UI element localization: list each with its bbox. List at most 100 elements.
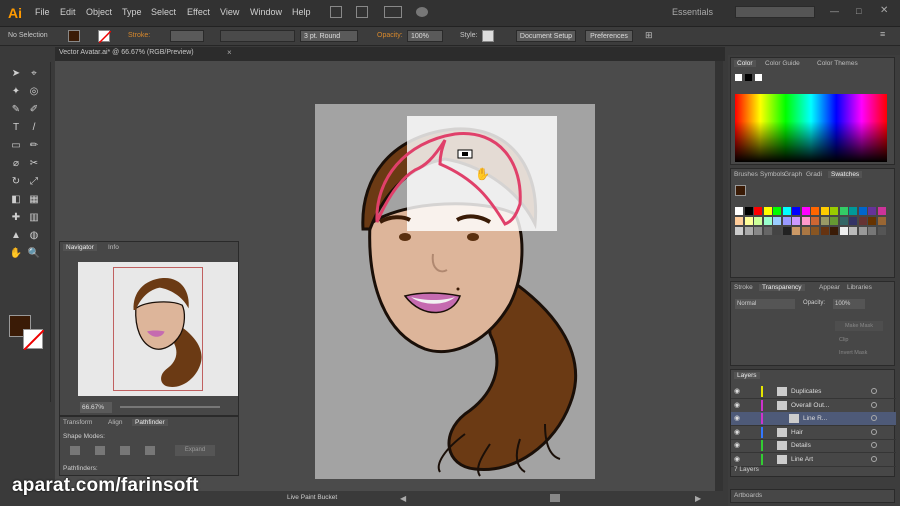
swatch[interactable] bbox=[763, 227, 772, 235]
swatch[interactable] bbox=[792, 207, 800, 215]
mesh-tool-icon[interactable]: ✚ bbox=[9, 212, 23, 224]
scroll-left-icon[interactable]: ◀ bbox=[400, 494, 406, 503]
blend-tool-icon[interactable]: ◍ bbox=[27, 230, 41, 242]
intersect-button[interactable] bbox=[120, 446, 130, 455]
swatch[interactable] bbox=[811, 207, 819, 215]
shaper-tool-icon[interactable]: ⌀ bbox=[9, 158, 23, 170]
stock-icon[interactable] bbox=[356, 6, 368, 18]
swatch[interactable] bbox=[839, 227, 848, 235]
tab-info[interactable]: Info bbox=[108, 244, 119, 251]
stroke-weight-field[interactable] bbox=[170, 30, 204, 42]
swatch[interactable] bbox=[849, 217, 857, 225]
tab-swatches[interactable]: Swatches bbox=[828, 171, 863, 178]
exclude-button[interactable] bbox=[145, 446, 155, 455]
tab-color[interactable]: Color bbox=[734, 60, 756, 67]
menu-edit[interactable]: Edit bbox=[60, 7, 76, 17]
tab-layers[interactable]: Layers bbox=[734, 372, 760, 379]
opacity-label[interactable]: Opacity: bbox=[377, 32, 403, 39]
swatch[interactable] bbox=[754, 227, 762, 235]
swatch[interactable] bbox=[792, 217, 800, 225]
layer-target-icon[interactable] bbox=[871, 401, 877, 408]
graphic-style-swatch[interactable] bbox=[482, 30, 494, 42]
swatch[interactable] bbox=[830, 207, 838, 215]
tab-gradient[interactable]: Gradi bbox=[806, 171, 822, 178]
make-mask-button[interactable]: Make Mask bbox=[835, 321, 883, 331]
layer-row[interactable]: ◉ Overall Out... bbox=[731, 399, 896, 413]
swatch[interactable] bbox=[801, 207, 810, 215]
layer-target-icon[interactable] bbox=[871, 455, 877, 462]
swatch[interactable] bbox=[782, 217, 791, 225]
color-spectrum[interactable] bbox=[735, 94, 887, 162]
menu-object[interactable]: Object bbox=[86, 7, 112, 17]
hand-tool-icon[interactable]: ✋ bbox=[9, 248, 23, 260]
tab-brushes[interactable]: Brushes bbox=[734, 171, 758, 178]
search-input[interactable] bbox=[735, 6, 815, 18]
paintbrush-tool-icon[interactable]: ✏ bbox=[27, 140, 41, 152]
blend-mode-select[interactable]: Normal bbox=[735, 299, 795, 309]
swatch[interactable] bbox=[877, 227, 886, 235]
horizontal-scroll-thumb[interactable] bbox=[550, 494, 560, 502]
swatch[interactable] bbox=[820, 227, 829, 235]
swatch[interactable] bbox=[858, 217, 867, 225]
swatch[interactable] bbox=[820, 207, 829, 215]
swatch[interactable] bbox=[754, 217, 762, 225]
opacity-field[interactable]: 100% bbox=[407, 30, 443, 42]
swatch[interactable] bbox=[754, 207, 762, 215]
tab-color-guide[interactable]: Color Guide bbox=[765, 60, 800, 67]
unite-button[interactable] bbox=[70, 446, 80, 455]
gradient-tool-icon[interactable]: ▥ bbox=[27, 212, 41, 224]
menu-help[interactable]: Help bbox=[292, 7, 311, 17]
layer-row[interactable]: ◉ Hair bbox=[731, 426, 896, 440]
white-swatch[interactable] bbox=[755, 74, 762, 81]
rotate-tool-icon[interactable]: ↻ bbox=[9, 176, 23, 188]
stroke-swatch[interactable] bbox=[98, 30, 111, 43]
layer-target-icon[interactable] bbox=[871, 442, 877, 448]
selection-tool-icon[interactable]: ➤ bbox=[9, 68, 23, 80]
menu-select[interactable]: Select bbox=[151, 7, 176, 17]
swatch[interactable] bbox=[877, 217, 886, 225]
swatch[interactable] bbox=[858, 227, 867, 235]
menu-effect[interactable]: Effect bbox=[187, 7, 210, 17]
swatch[interactable] bbox=[735, 217, 743, 225]
swatch[interactable] bbox=[801, 217, 810, 225]
layer-row[interactable]: ◉ Line Art bbox=[731, 453, 896, 467]
rectangle-tool-icon[interactable]: ▭ bbox=[9, 140, 23, 152]
arrange-documents-icon[interactable] bbox=[384, 6, 402, 18]
visibility-eye-icon[interactable]: ◉ bbox=[734, 455, 740, 463]
close-icon[interactable]: ✕ bbox=[880, 5, 888, 16]
visibility-eye-icon[interactable]: ◉ bbox=[734, 428, 740, 436]
tab-transparency[interactable]: Transparency bbox=[759, 284, 805, 291]
tab-libraries[interactable]: Libraries bbox=[847, 284, 872, 291]
layer-row[interactable]: ◉ Duplicates bbox=[731, 385, 896, 399]
vertical-scrollbar[interactable] bbox=[715, 61, 723, 491]
swatch[interactable] bbox=[782, 207, 791, 215]
tab-color-themes[interactable]: Color Themes bbox=[817, 60, 858, 67]
current-fill-swatch[interactable] bbox=[735, 185, 746, 196]
tab-navigator[interactable]: Navigator bbox=[63, 244, 97, 251]
lasso-tool-icon[interactable]: ◎ bbox=[27, 86, 41, 98]
layer-row[interactable]: ◉ Details bbox=[731, 439, 896, 453]
swatch[interactable] bbox=[801, 227, 810, 235]
swatch[interactable] bbox=[782, 227, 791, 235]
swatch[interactable] bbox=[849, 207, 857, 215]
minimize-icon[interactable]: — bbox=[830, 6, 839, 16]
swatch[interactable] bbox=[868, 207, 876, 215]
visibility-eye-icon[interactable]: ◉ bbox=[734, 387, 740, 395]
maximize-icon[interactable]: □ bbox=[856, 6, 861, 16]
tab-transform[interactable]: Transform bbox=[63, 419, 92, 426]
swatch[interactable] bbox=[839, 207, 848, 215]
tab-graph[interactable]: Graph bbox=[784, 171, 802, 178]
expand-button[interactable]: Expand bbox=[175, 445, 215, 456]
fill-swatch[interactable] bbox=[68, 30, 80, 42]
swatch[interactable] bbox=[811, 217, 819, 225]
swatch[interactable] bbox=[773, 227, 781, 235]
tab-artboards[interactable]: Artboards bbox=[734, 492, 762, 499]
minus-front-button[interactable] bbox=[95, 446, 105, 455]
swatch[interactable] bbox=[773, 217, 781, 225]
none-swatch[interactable] bbox=[735, 74, 742, 81]
swatch[interactable] bbox=[744, 217, 753, 225]
zoom-tool-icon[interactable]: 🔍 bbox=[27, 248, 41, 260]
direct-selection-tool-icon[interactable]: ⌖ bbox=[27, 68, 41, 80]
zoom-field[interactable]: 66.67% bbox=[80, 402, 112, 413]
swatch[interactable] bbox=[877, 207, 886, 215]
